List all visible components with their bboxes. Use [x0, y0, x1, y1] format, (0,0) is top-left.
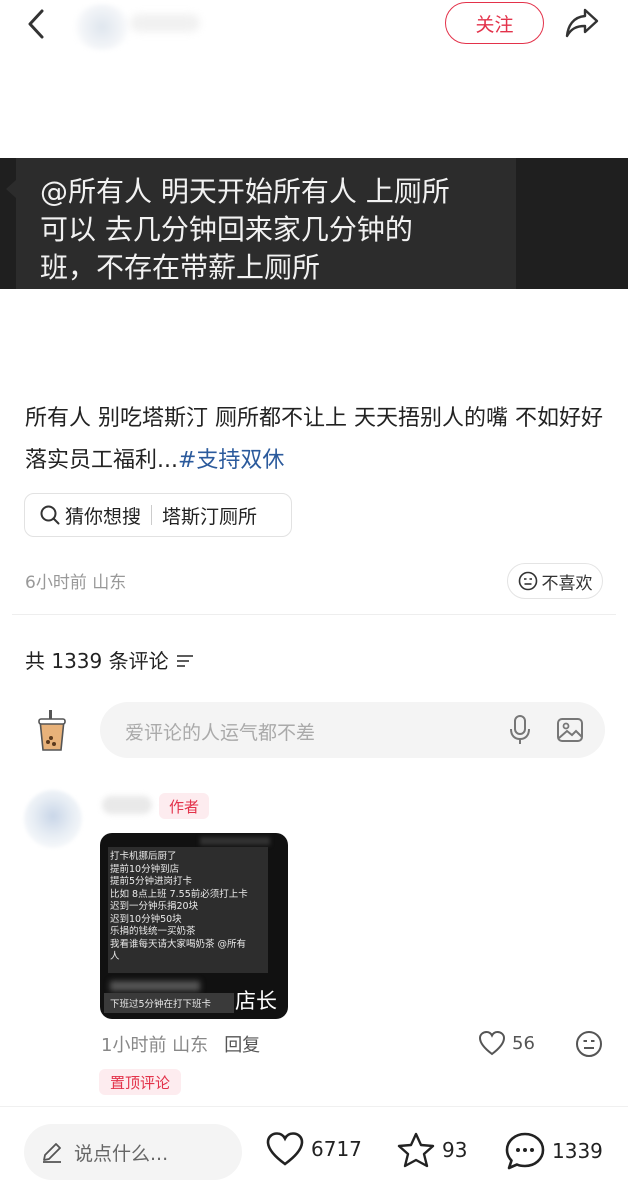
comment-count-label: 共 1339 条评论 — [25, 649, 169, 673]
pencil-icon — [43, 1143, 61, 1163]
star-icon — [397, 1132, 435, 1168]
image-line: 人 — [110, 951, 120, 962]
share-icon[interactable] — [563, 4, 601, 42]
comment-input[interactable]: 爱评论的人运气都不差 — [100, 702, 605, 758]
dislike-label: 不喜欢 — [541, 573, 593, 594]
favorite-button[interactable]: 93 — [396, 1131, 467, 1169]
image-line: 打卡机挪后厨了 — [110, 851, 177, 862]
search-prefix: 猜你想搜 — [65, 505, 142, 528]
commenter-name-blurred[interactable] — [102, 796, 152, 814]
comment-meta: 1小时前 山东 回复 — [101, 1031, 260, 1057]
dislike-button[interactable]: 不喜欢 — [507, 563, 603, 599]
heart-icon — [266, 1132, 304, 1166]
sort-icon[interactable] — [175, 652, 195, 668]
top-bar: 关注 — [0, 0, 628, 50]
image-line: 提前10分钟到店 — [110, 863, 180, 875]
comment-like-button[interactable]: 56 — [478, 1030, 535, 1056]
author-badge: 作者 — [159, 793, 209, 819]
pinned-comment-badge: 置顶评论 — [99, 1069, 181, 1095]
image-caption: 店长 — [235, 989, 277, 1013]
chat-bubble-icon — [505, 1132, 545, 1170]
chat-bubble-tail — [6, 180, 16, 198]
reply-button[interactable]: 回复 — [224, 1031, 260, 1057]
comment-count: 1339 — [552, 1139, 603, 1163]
image-line: 乐捐的钱统一买奶茶 — [110, 926, 196, 937]
banner-line-2: 可以 去几分钟回来家几分钟的 — [40, 213, 413, 246]
comment-image[interactable]: 打卡机挪后厨了 提前10分钟到店 提前5分钟进岗打卡 比如 8点上班 7.55前… — [100, 833, 288, 1019]
image-scribble — [110, 981, 200, 991]
say-something-input[interactable]: 说点什么... — [24, 1124, 242, 1180]
comment-button[interactable]: 1339 — [504, 1131, 603, 1171]
divider — [151, 505, 153, 525]
comment-time-location: 1小时前 山东 — [101, 1035, 209, 1056]
image-chat-text: 打卡机挪后厨了 提前10分钟到店 提前5分钟进岗打卡 比如 8点上班 7.55前… — [110, 851, 248, 964]
post-detail-page: 关注 @所有人 明天开始所有人 上厕所 可以 去几分钟回来家几分钟的 班，不存在… — [0, 0, 628, 1200]
image-line: 迟到一分钟乐捐20块 — [110, 901, 199, 912]
meh-face-icon[interactable] — [575, 1030, 603, 1058]
image-line: 迟到10分钟50块 — [110, 913, 182, 925]
chevron-left-icon[interactable] — [22, 6, 54, 42]
hashtag-link[interactable]: #支持双休 — [178, 448, 284, 473]
image-icon[interactable] — [556, 716, 584, 744]
like-button[interactable]: 6717 — [265, 1131, 362, 1167]
comment-like-count: 56 — [512, 1032, 535, 1054]
post-image[interactable]: @所有人 明天开始所有人 上厕所 可以 去几分钟回来家几分钟的 班，不存在带薪上… — [0, 158, 628, 289]
bottom-action-bar: 说点什么... 6717 93 1339 — [0, 1106, 628, 1200]
author-avatar[interactable] — [72, 4, 132, 50]
image-scribble — [200, 837, 270, 845]
milk-tea-icon — [38, 710, 66, 751]
say-something-placeholder: 说点什么... — [74, 1142, 169, 1165]
post-text: 所有人 别吃塔斯汀 厕所都不让上 天天捂别人的嘴 不如好好落实员工福利... — [25, 406, 603, 473]
section-divider — [12, 614, 616, 615]
microphone-icon[interactable] — [506, 714, 534, 746]
follow-button[interactable]: 关注 — [445, 2, 544, 44]
author-name-blurred[interactable] — [130, 14, 200, 32]
banner-line-3: 班，不存在带薪上厕所 — [40, 251, 321, 284]
post-body: 所有人 别吃塔斯汀 厕所都不让上 天天捂别人的嘴 不如好好落实员工福利...#支… — [25, 398, 610, 482]
suggested-search-chip[interactable]: 猜你想搜 塔斯汀厕所 — [24, 493, 292, 537]
heart-icon — [478, 1030, 506, 1056]
banner-line-1: @所有人 明天开始所有人 上厕所 — [40, 175, 450, 208]
search-term: 塔斯汀厕所 — [162, 505, 258, 528]
post-time-location: 6小时前 山东 — [25, 573, 127, 593]
comment-count-header[interactable]: 共 1339 条评论 — [25, 645, 195, 674]
image-bottom-text: 下班过5分钟在打下班卡 — [110, 999, 212, 1010]
comment-input-placeholder: 爱评论的人运气都不差 — [125, 722, 316, 744]
image-line: 比如 8点上班 7.55前必须打上卡 — [110, 888, 248, 900]
favorite-count: 93 — [442, 1138, 468, 1162]
search-icon — [40, 505, 60, 525]
commenter-avatar[interactable] — [24, 790, 82, 848]
image-line: 我看谁每天请大家喝奶茶 @所有 — [110, 938, 247, 950]
meh-face-icon — [518, 571, 537, 591]
like-count: 6717 — [311, 1137, 362, 1161]
image-line: 提前5分钟进岗打卡 — [110, 876, 193, 887]
